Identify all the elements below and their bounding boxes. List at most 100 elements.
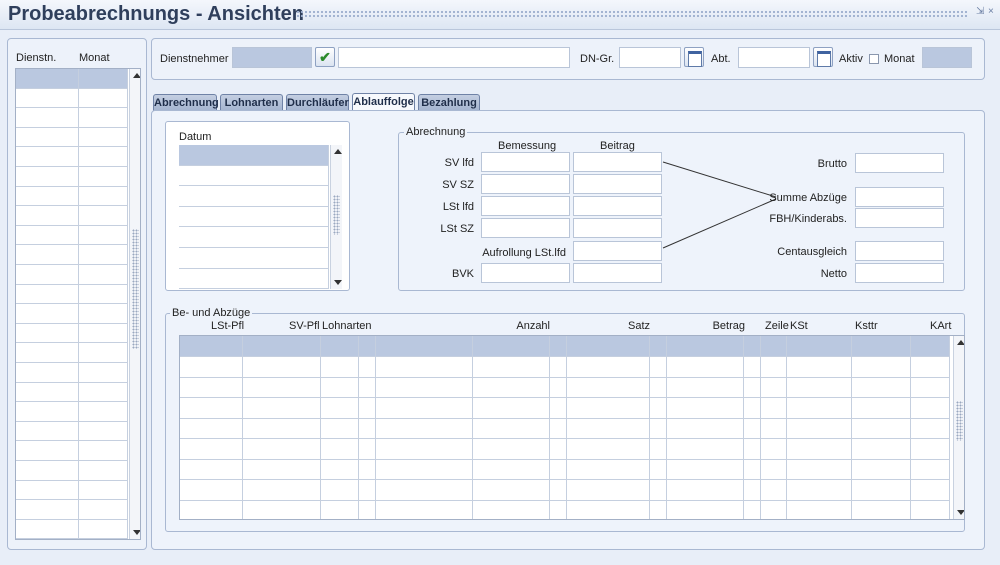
vertical-scrollbar[interactable] bbox=[953, 336, 964, 519]
dn-gr-input[interactable] bbox=[619, 47, 681, 68]
table-row[interactable] bbox=[16, 422, 79, 441]
table-row[interactable] bbox=[911, 480, 950, 501]
column-header-cell[interactable] bbox=[911, 336, 950, 357]
table-row[interactable] bbox=[359, 460, 376, 480]
table-row[interactable] bbox=[16, 147, 79, 167]
table-row[interactable] bbox=[79, 402, 128, 422]
table-row[interactable] bbox=[787, 439, 852, 460]
table-row[interactable] bbox=[911, 357, 950, 378]
table-row[interactable] bbox=[473, 501, 550, 519]
vertical-scrollbar[interactable] bbox=[129, 69, 140, 539]
summe-abzuege-field[interactable] bbox=[855, 187, 944, 207]
scroll-up-icon[interactable] bbox=[957, 340, 964, 345]
table-row[interactable] bbox=[473, 419, 550, 439]
column-header-cell[interactable] bbox=[473, 336, 550, 357]
restore-icon[interactable]: ⇲ bbox=[976, 6, 986, 18]
table-row[interactable] bbox=[667, 357, 744, 378]
table-row[interactable] bbox=[180, 480, 243, 501]
table-row[interactable] bbox=[321, 501, 359, 519]
table-row[interactable] bbox=[79, 285, 128, 304]
table-row[interactable] bbox=[79, 324, 128, 343]
column-header-cell[interactable] bbox=[567, 336, 650, 357]
table-row[interactable] bbox=[567, 357, 650, 378]
table-row[interactable] bbox=[321, 357, 359, 378]
table-row[interactable] bbox=[744, 419, 761, 439]
table-row[interactable] bbox=[473, 378, 550, 398]
table-row[interactable] bbox=[16, 128, 79, 147]
left-list-grid[interactable] bbox=[15, 68, 141, 540]
table-row[interactable] bbox=[16, 265, 79, 285]
sv-sz-bemessung-field[interactable] bbox=[481, 174, 570, 194]
table-row[interactable] bbox=[243, 398, 321, 419]
abt-input[interactable] bbox=[738, 47, 810, 68]
table-row[interactable] bbox=[744, 378, 761, 398]
column-header-cell[interactable] bbox=[321, 336, 359, 357]
table-row[interactable] bbox=[650, 357, 667, 378]
table-row[interactable] bbox=[761, 398, 787, 419]
table-row[interactable] bbox=[180, 460, 243, 480]
be-abzuege-grid[interactable] bbox=[179, 335, 965, 520]
table-row[interactable] bbox=[650, 398, 667, 419]
table-row[interactable] bbox=[79, 108, 128, 128]
calendar-icon[interactable] bbox=[813, 47, 833, 67]
table-row[interactable] bbox=[473, 357, 550, 378]
table-row[interactable] bbox=[321, 480, 359, 501]
table-row[interactable] bbox=[911, 501, 950, 519]
scroll-up-icon[interactable] bbox=[334, 149, 342, 154]
table-row[interactable] bbox=[911, 419, 950, 439]
list-item[interactable] bbox=[179, 227, 329, 248]
list-item[interactable] bbox=[179, 186, 329, 207]
table-row[interactable] bbox=[787, 460, 852, 480]
table-row[interactable] bbox=[180, 439, 243, 460]
table-row[interactable] bbox=[567, 398, 650, 419]
table-row[interactable] bbox=[79, 167, 128, 187]
table-row[interactable] bbox=[16, 187, 79, 206]
table-row[interactable] bbox=[79, 89, 128, 108]
list-item[interactable] bbox=[179, 248, 329, 269]
table-row[interactable] bbox=[567, 460, 650, 480]
table-row[interactable] bbox=[473, 398, 550, 419]
column-header-cell[interactable] bbox=[359, 336, 376, 357]
tab-ablauffolge[interactable]: Ablauffolge bbox=[352, 93, 415, 111]
table-row[interactable] bbox=[852, 419, 911, 439]
table-row[interactable] bbox=[79, 128, 128, 147]
table-row[interactable] bbox=[79, 481, 128, 500]
scroll-grip[interactable] bbox=[132, 229, 139, 349]
table-row[interactable] bbox=[567, 419, 650, 439]
table-row[interactable] bbox=[761, 378, 787, 398]
table-row[interactable] bbox=[650, 460, 667, 480]
table-row[interactable] bbox=[376, 398, 473, 419]
table-row[interactable] bbox=[79, 422, 128, 441]
table-row[interactable] bbox=[550, 501, 567, 519]
table-row[interactable] bbox=[550, 419, 567, 439]
lst-sz-beitrag-field[interactable] bbox=[573, 218, 662, 238]
close-icon[interactable]: × bbox=[988, 6, 998, 18]
column-header-cell[interactable] bbox=[787, 336, 852, 357]
list-item[interactable] bbox=[179, 166, 329, 186]
table-row[interactable] bbox=[550, 398, 567, 419]
table-row[interactable] bbox=[852, 460, 911, 480]
table-row[interactable] bbox=[852, 480, 911, 501]
table-row[interactable] bbox=[180, 398, 243, 419]
table-row[interactable] bbox=[243, 501, 321, 519]
table-row[interactable] bbox=[787, 398, 852, 419]
aufrollung-beitrag-field[interactable] bbox=[573, 241, 662, 261]
table-row[interactable] bbox=[761, 501, 787, 519]
column-header-cell[interactable] bbox=[180, 336, 243, 357]
table-row[interactable] bbox=[243, 439, 321, 460]
aktiv-checkbox[interactable] bbox=[869, 54, 879, 64]
table-row[interactable] bbox=[787, 501, 852, 519]
list-item[interactable] bbox=[179, 207, 329, 227]
table-row[interactable] bbox=[16, 206, 79, 226]
table-row[interactable] bbox=[744, 460, 761, 480]
tab-abrechnung[interactable]: Abrechnung bbox=[153, 94, 219, 111]
table-row[interactable] bbox=[321, 439, 359, 460]
table-row[interactable] bbox=[243, 480, 321, 501]
table-row[interactable] bbox=[180, 378, 243, 398]
table-row[interactable] bbox=[852, 378, 911, 398]
table-row[interactable] bbox=[667, 378, 744, 398]
table-row[interactable] bbox=[744, 501, 761, 519]
netto-field[interactable] bbox=[855, 263, 944, 283]
table-row[interactable] bbox=[79, 363, 128, 383]
table-row[interactable] bbox=[550, 480, 567, 501]
